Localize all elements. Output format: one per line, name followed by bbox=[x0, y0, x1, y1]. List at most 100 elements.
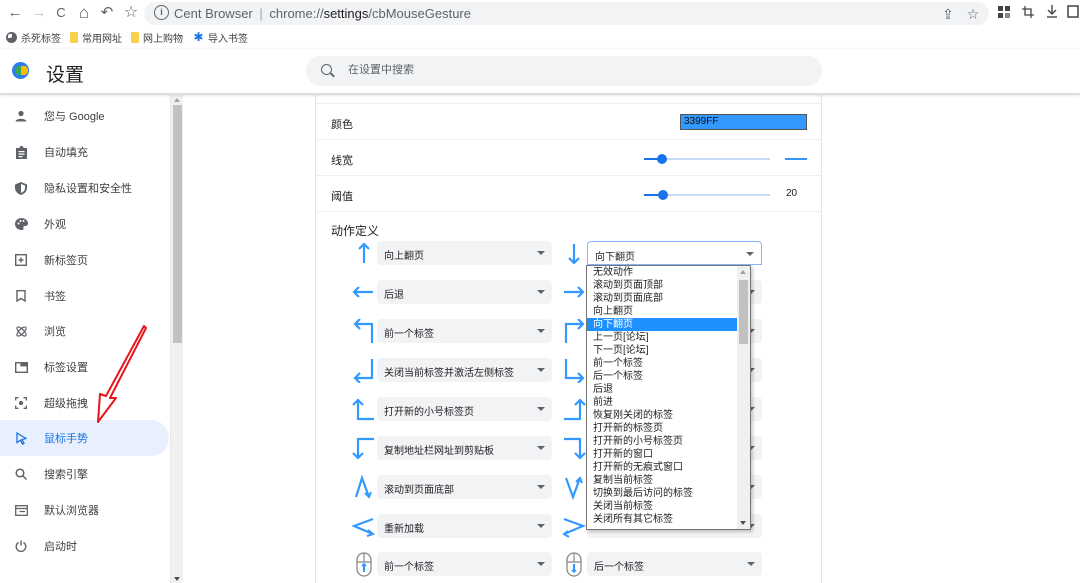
bookmark-star-button[interactable]: ☆ bbox=[122, 4, 140, 22]
chevron-down-icon bbox=[537, 446, 545, 450]
gesture-left-down-icon bbox=[352, 437, 374, 460]
extensions-grid-icon[interactable] bbox=[995, 4, 1013, 22]
sidebar-item[interactable]: 您与 Google bbox=[0, 98, 169, 134]
dropdown-option[interactable]: 关闭所有其它标签 bbox=[587, 513, 737, 526]
dropdown-option[interactable]: 后退 bbox=[587, 383, 737, 396]
scroll-up-arrow[interactable] bbox=[174, 98, 180, 102]
sidebar-item[interactable]: 隐私设置和安全性 bbox=[0, 170, 169, 206]
dropdown-scrollbar[interactable] bbox=[737, 266, 750, 529]
address-text[interactable]: Cent Browser | chrome://settings/cbMouse… bbox=[174, 6, 471, 21]
scroll-down-arrow[interactable] bbox=[740, 521, 746, 525]
share-icon[interactable]: ⇪ bbox=[939, 6, 957, 22]
line-width-slider[interactable] bbox=[644, 154, 770, 164]
gesture-action-select[interactable]: 打开新的小号标签页 bbox=[377, 397, 552, 421]
sidebar-item[interactable]: 默认浏览器 bbox=[0, 492, 169, 528]
dropdown-option[interactable]: 滚动到页面底部 bbox=[587, 292, 737, 305]
gear-icon: ✱ bbox=[193, 30, 204, 44]
bookmark-folder[interactable]: 网上购物 bbox=[131, 30, 183, 45]
dropdown-option[interactable]: 无效动作 bbox=[587, 266, 737, 279]
gesture-action-select[interactable]: 向下翻页 bbox=[587, 241, 762, 265]
scrollbar-thumb[interactable] bbox=[173, 105, 182, 343]
back-button[interactable]: ← bbox=[6, 4, 24, 22]
gesture-down-up-icon bbox=[564, 476, 583, 500]
dropdown-option[interactable]: 关闭当前标签 bbox=[587, 500, 737, 513]
undo-close-tab-button[interactable]: ↶ bbox=[98, 4, 116, 22]
dropdown-option[interactable]: 滚动到页面顶部 bbox=[587, 279, 737, 292]
settings-search[interactable] bbox=[306, 56, 822, 86]
line-width-preview bbox=[785, 158, 807, 160]
gesture-action-select[interactable]: 前一个标签 bbox=[377, 552, 552, 576]
color-input[interactable]: 3399FF bbox=[680, 114, 807, 130]
site-info-icon[interactable]: i bbox=[154, 5, 169, 20]
color-row: 颜色 3399FF bbox=[316, 103, 821, 140]
dropdown-option[interactable]: 下一页[论坛] bbox=[587, 344, 737, 357]
gesture-action-select[interactable]: 后一个标签 bbox=[587, 552, 762, 576]
dropdown-option[interactable]: 切换到最后访问的标签 bbox=[587, 487, 737, 500]
sidebar-item[interactable]: 自动填充 bbox=[0, 134, 169, 170]
sidebar-panel-icon[interactable] bbox=[1064, 4, 1080, 22]
forward-button[interactable]: → bbox=[30, 4, 48, 22]
folder-icon bbox=[131, 32, 139, 43]
sidebar-item-label: 标签设置 bbox=[44, 362, 88, 374]
scroll-down-arrow[interactable] bbox=[174, 577, 180, 581]
cent-browser-logo bbox=[12, 62, 29, 79]
gesture-row: 后退 bbox=[352, 280, 562, 305]
address-bar[interactable]: i Cent Browser | chrome://settings/cbMou… bbox=[144, 2, 989, 25]
scroll-up-arrow[interactable] bbox=[740, 270, 746, 274]
gesture-row: 前一个标签 bbox=[352, 552, 562, 577]
sidebar-item[interactable]: 浏览 bbox=[0, 313, 169, 349]
selected-action: 滚动到页面底部 bbox=[384, 485, 454, 496]
gesture-action-select[interactable]: 重新加载 bbox=[377, 514, 552, 538]
download-icon[interactable] bbox=[1043, 4, 1061, 22]
scrollbar-thumb[interactable] bbox=[739, 280, 748, 344]
sidebar-item[interactable]: 书签 bbox=[0, 278, 169, 314]
slider-knob[interactable] bbox=[657, 190, 668, 200]
chevron-down-icon bbox=[537, 251, 545, 255]
dropdown-option[interactable]: 打开新的窗口 bbox=[587, 448, 737, 461]
chevron-down-icon bbox=[746, 252, 754, 256]
settings-search-input[interactable] bbox=[348, 64, 768, 76]
gesture-row: 滚动到页面底部 bbox=[352, 475, 562, 500]
sidebar-item[interactable]: 搜索引擎 bbox=[0, 456, 169, 492]
dropdown-option[interactable]: 恢复刚关闭的标签 bbox=[587, 409, 737, 422]
slider-knob[interactable] bbox=[656, 154, 667, 164]
sidebar-item[interactable]: 鼠标手势 bbox=[0, 420, 169, 456]
gesture-action-select[interactable]: 前一个标签 bbox=[377, 319, 552, 343]
sidebar-item[interactable]: 新标签页 bbox=[0, 242, 169, 278]
dropdown-option[interactable]: 复制当前标签 bbox=[587, 474, 737, 487]
sidebar-item[interactable]: 超级拖拽 bbox=[0, 385, 169, 421]
action-dropdown-list[interactable]: 无效动作 滚动到页面顶部 滚动到页面底部 向上翻页 向下翻页 上一页[论坛] 下一页[论坛]… bbox=[586, 265, 751, 530]
dropdown-option[interactable]: 向下翻页 bbox=[587, 318, 737, 331]
bookmark-item[interactable]: ✱ 导入书签 bbox=[193, 30, 248, 45]
gesture-action-select[interactable]: 后退 bbox=[377, 280, 552, 304]
gesture-up-down-icon bbox=[354, 475, 372, 499]
sidebar-scrollbar[interactable] bbox=[170, 95, 183, 583]
sidebar-item[interactable]: 外观 bbox=[0, 206, 169, 242]
dropdown-option[interactable]: 前进 bbox=[587, 396, 737, 409]
dropdown-option[interactable]: 打开新的标签页 bbox=[587, 422, 737, 435]
sidebar-item-label: 隐私设置和安全性 bbox=[44, 183, 132, 195]
dropdown-option[interactable]: 上一页[论坛] bbox=[587, 331, 737, 344]
sidebar-item-label: 搜索引擎 bbox=[44, 469, 88, 481]
home-button[interactable]: ⌂ bbox=[75, 4, 93, 22]
gesture-down-icon bbox=[568, 244, 580, 265]
selected-action: 打开新的小号标签页 bbox=[384, 407, 474, 418]
dropdown-option[interactable]: 打开新的无痕式窗口 bbox=[587, 461, 737, 474]
gesture-action-select[interactable]: 关闭当前标签并激活左侧标签 bbox=[377, 358, 552, 382]
sidebar-item[interactable]: 标签设置 bbox=[0, 349, 169, 385]
star-icon[interactable]: ☆ bbox=[964, 6, 982, 22]
crop-icon[interactable] bbox=[1019, 4, 1037, 22]
dropdown-option[interactable]: 后一个标签 bbox=[587, 370, 737, 383]
gesture-action-select[interactable]: 滚动到页面底部 bbox=[377, 475, 552, 499]
gesture-action-select[interactable]: 复制地址栏网址到剪贴板 bbox=[377, 436, 552, 460]
sidebar-item[interactable]: 启动时 bbox=[0, 528, 169, 564]
reload-button[interactable]: C bbox=[52, 4, 70, 22]
threshold-slider[interactable] bbox=[644, 190, 770, 200]
dropdown-option[interactable]: 向上翻页 bbox=[587, 305, 737, 318]
bookmark-item[interactable]: 杀死标签 bbox=[6, 30, 61, 45]
bookmark-folder[interactable]: 常用网址 bbox=[70, 30, 122, 45]
dropdown-option[interactable]: 前一个标签 bbox=[587, 357, 737, 370]
gesture-action-select[interactable]: 向上翻页 bbox=[377, 241, 552, 265]
dropdown-option[interactable]: 打开新的小号标签页 bbox=[587, 435, 737, 448]
chevron-down-icon bbox=[537, 368, 545, 372]
